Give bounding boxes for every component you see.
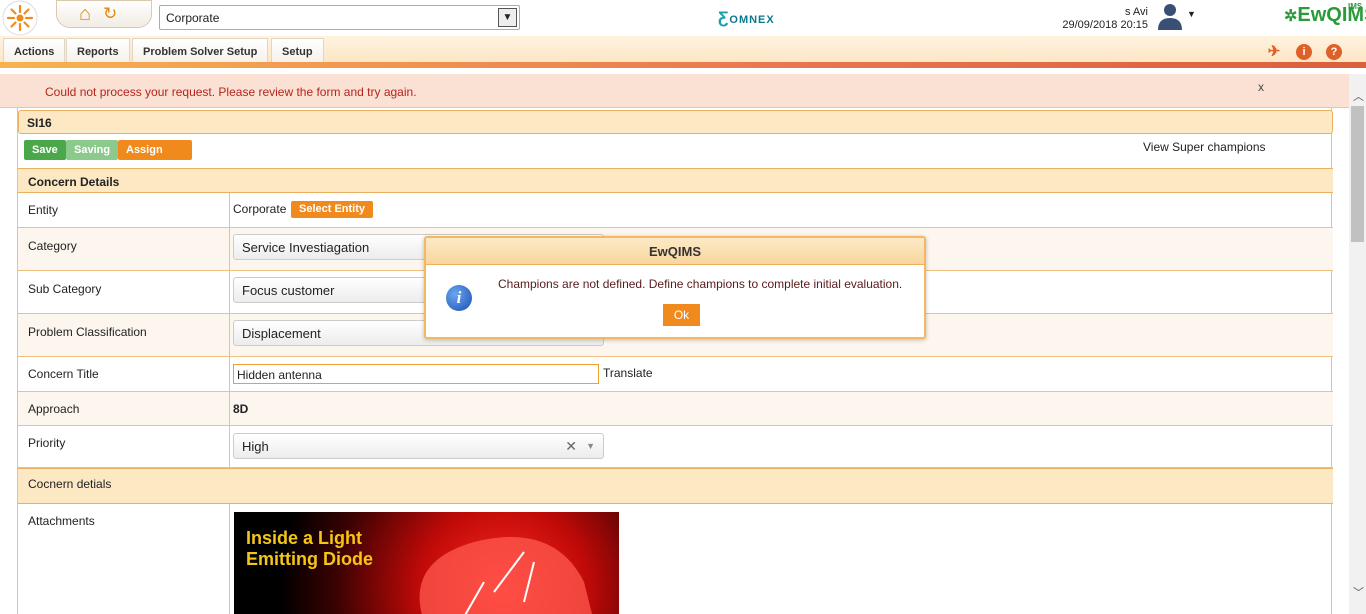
datetime: 29/09/2018 20:15	[1062, 19, 1148, 31]
info-icon: i	[446, 285, 472, 311]
home-refresh-group: ⌂ ↻	[56, 0, 152, 28]
row-separator	[229, 228, 230, 270]
scroll-down-icon[interactable]: ﹀	[1353, 584, 1364, 600]
chevron-down-icon[interactable]: ▼	[498, 8, 517, 27]
info-icon[interactable]: i	[1296, 44, 1312, 60]
row-separator	[229, 426, 230, 467]
concern-title-label: Concern Title	[28, 367, 99, 381]
error-message: Could not process your request. Please r…	[45, 85, 417, 99]
close-icon[interactable]: x	[1258, 80, 1264, 94]
entity-label: Entity	[28, 203, 59, 217]
help-icon[interactable]: ?	[1326, 44, 1342, 60]
top-bar: ⌂ ↻ Corporate ▼ ƸOMNEX s Avi 29/09/2018 …	[0, 0, 1366, 36]
user-menu-caret-icon[interactable]: ▼	[1187, 9, 1196, 19]
concern-title-row: Concern Title Hidden antenna Translate	[18, 357, 1333, 392]
priority-value: High	[242, 439, 269, 454]
save-button[interactable]: Save	[24, 140, 66, 160]
omnex-logo: ƸOMNEX	[718, 8, 775, 27]
dialog-title: EwQIMS	[426, 238, 924, 265]
attachments-row: Attachments Inside a Light Emitting Diod…	[18, 504, 1333, 614]
alert-dialog: EwQIMS i Champions are not defined. Defi…	[424, 236, 926, 339]
led-drawing-icon	[419, 537, 592, 614]
assign-champions-button[interactable]: Assign champions	[118, 140, 193, 176]
classification-label: Problem Classification	[28, 325, 147, 339]
refresh-icon[interactable]: ↻	[103, 4, 117, 24]
menu-bar: Actions Reports Problem Solver Setup Set…	[0, 36, 1366, 68]
category-label: Category	[28, 239, 77, 253]
row-separator	[229, 271, 230, 313]
subcategory-value: Focus customer	[242, 283, 335, 298]
priority-select[interactable]: High ✕ ▼	[233, 433, 604, 459]
home-icon[interactable]: ⌂	[79, 3, 91, 25]
record-title: SI16	[18, 110, 1333, 134]
clear-icon[interactable]: ✕	[565, 438, 577, 455]
menu-stripe	[0, 62, 1366, 68]
pin-icon[interactable]: ✈	[1266, 44, 1282, 60]
ok-button[interactable]: Ok	[663, 304, 700, 326]
ims-badge: IMS	[1348, 2, 1363, 11]
omnex-logo-text: OMNEX	[729, 14, 775, 26]
attachments-label: Attachments	[28, 514, 95, 528]
entity-row: Entity Corporate Select Entity	[18, 193, 1333, 228]
approach-row: Approach 8D	[18, 392, 1333, 426]
avatar[interactable]	[1155, 1, 1185, 31]
concern-details-subsection: Cocnern detials	[18, 468, 1333, 504]
subcategory-label: Sub Category	[28, 282, 102, 296]
category-value: Service Investiagation	[242, 240, 370, 255]
chevron-down-icon[interactable]: ▼	[586, 441, 595, 451]
view-super-champions-link[interactable]: View Super champions	[1143, 140, 1266, 154]
user-name: s Avi	[1124, 6, 1148, 18]
row-separator	[229, 504, 230, 614]
classification-value: Displacement	[242, 326, 321, 341]
attachment-image[interactable]: Inside a Light Emitting Diode	[234, 512, 619, 614]
approach-value: 8D	[233, 402, 249, 416]
user-info: s Avi 29/09/2018 20:15	[1062, 6, 1148, 32]
ewqims-logo: ✲EwQIMS IMS	[1284, 2, 1366, 32]
select-entity-button[interactable]: Select Entity	[291, 201, 374, 218]
saving-button[interactable]: Saving	[66, 140, 119, 160]
concern-details-section: Concern Details	[18, 168, 1333, 193]
error-banner: Could not process your request. Please r…	[0, 74, 1349, 108]
entity-select[interactable]: Corporate ▼	[159, 5, 520, 30]
concern-title-input[interactable]: Hidden antenna	[233, 364, 599, 384]
approach-label: Approach	[28, 402, 80, 416]
priority-row: Priority High ✕ ▼	[18, 426, 1333, 468]
dialog-message: Champions are not defined. Define champi…	[498, 277, 903, 291]
priority-label: Priority	[28, 436, 66, 450]
row-separator	[229, 314, 230, 356]
form-content: SI16 Save Saving Assign champions View S…	[17, 108, 1333, 614]
leaf-icon: ✲	[1284, 8, 1298, 25]
row-separator	[229, 392, 230, 425]
scroll-up-icon[interactable]: ︿	[1353, 88, 1364, 104]
menu-icons: ✈ i ?	[1266, 44, 1352, 62]
row-separator	[229, 193, 230, 227]
scrollbar[interactable]: ︿ ﹀	[1349, 74, 1366, 614]
entity-select-value: Corporate	[166, 11, 220, 25]
row-separator	[229, 357, 230, 391]
attachment-image-text: Inside a Light Emitting Diode	[246, 528, 373, 569]
scrollbar-thumb[interactable]	[1351, 106, 1364, 242]
sun-logo-icon[interactable]	[0, 0, 40, 36]
entity-value: Corporate	[233, 202, 287, 216]
translate-link[interactable]: Translate	[603, 366, 653, 380]
